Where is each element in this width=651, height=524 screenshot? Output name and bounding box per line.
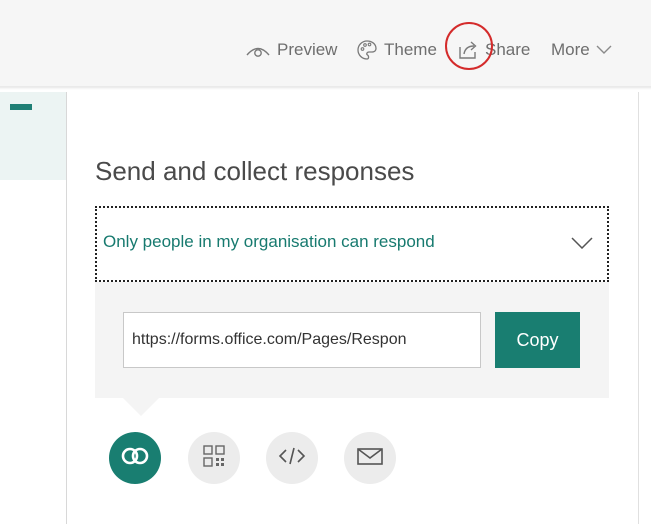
share-qr-button[interactable] — [188, 432, 240, 484]
qr-code-icon — [202, 444, 226, 473]
email-icon — [356, 446, 384, 471]
link-icon — [120, 445, 150, 472]
panel-right-border — [638, 92, 639, 524]
share-link-input[interactable] — [123, 312, 481, 368]
audience-dropdown[interactable]: Only people in my organisation can respo… — [95, 206, 609, 282]
preview-label: Preview — [277, 40, 338, 59]
preview-button[interactable]: Preview — [245, 30, 337, 70]
theme-button[interactable]: Theme — [356, 30, 437, 70]
form-accent-bar — [10, 104, 32, 110]
share-icon — [457, 39, 479, 61]
toolbar: Preview Theme Share More — [0, 30, 651, 70]
share-label: Share — [485, 40, 531, 59]
top-bar-shadow — [0, 86, 651, 90]
eye-icon — [245, 42, 271, 58]
panel-title: Send and collect responses — [95, 156, 415, 186]
chevron-down-icon — [596, 45, 612, 55]
share-button[interactable]: Share — [457, 30, 530, 70]
audience-selected-value: Only people in my organisation can respo… — [103, 232, 435, 251]
share-email-button[interactable] — [344, 432, 396, 484]
chevron-down-icon — [571, 236, 593, 254]
theme-label: Theme — [384, 40, 437, 59]
more-button[interactable]: More — [551, 30, 612, 70]
copy-button[interactable]: Copy — [495, 312, 580, 368]
palette-icon — [356, 39, 378, 61]
more-label: More — [551, 40, 590, 59]
share-embed-button[interactable] — [266, 432, 318, 484]
embed-code-icon — [278, 446, 306, 471]
link-section-pointer — [123, 398, 159, 416]
share-link-button[interactable] — [109, 432, 161, 484]
